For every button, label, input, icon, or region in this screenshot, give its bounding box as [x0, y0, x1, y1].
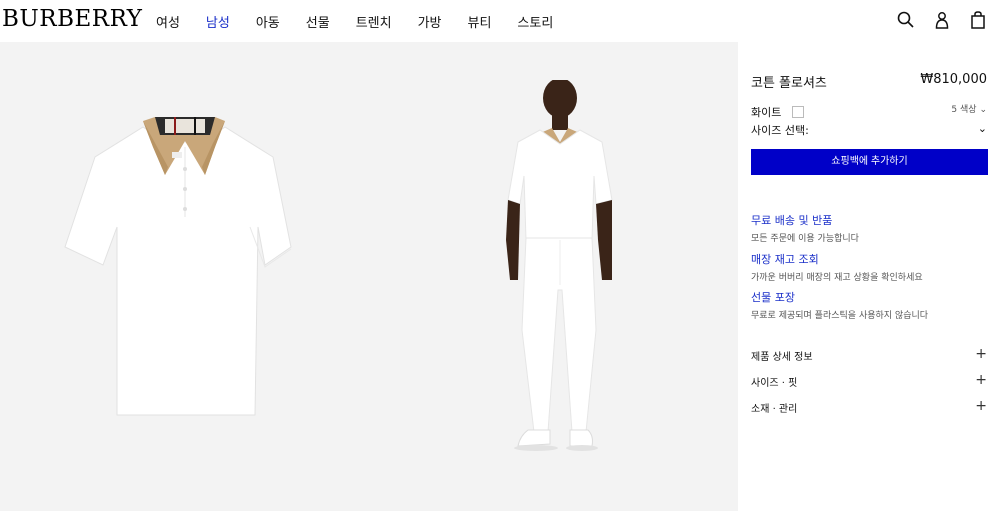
burberry-logo[interactable]: BURBERRY — [2, 6, 142, 32]
purchase-panel: 코튼 폴로셔츠 ₩810,000 화이트 5 색상 ⌄ 사이즈 선택: ⌄ 쇼핑… — [738, 42, 1000, 511]
nav-item-children[interactable]: 아동 — [256, 12, 280, 31]
header-actions — [880, 10, 988, 30]
accordion-label: 사이즈 · 핏 — [751, 378, 798, 389]
color-count-dropdown[interactable]: 5 색상 ⌄ — [951, 102, 987, 115]
service-desc: 가까운 버버리 매장의 재고 상황을 확인하세요 — [751, 273, 923, 283]
nav-item-women[interactable]: 여성 — [156, 12, 180, 31]
product-gallery[interactable] — [0, 42, 738, 511]
nav-item-beauty[interactable]: 뷰티 — [468, 12, 492, 31]
service-desc: 모든 주문에 이용 가능합니다 — [751, 234, 859, 244]
accordion-material-care[interactable]: 소재 · 관리 + — [751, 398, 987, 416]
plus-icon: + — [975, 398, 987, 414]
accordion-label: 소재 · 관리 — [751, 404, 798, 415]
service-free-shipping: 무료 배송 및 반품 모든 주문에 이용 가능합니다 — [751, 212, 987, 244]
search-icon[interactable] — [896, 10, 916, 30]
accordion-size-fit[interactable]: 사이즈 · 핏 + — [751, 372, 987, 390]
plus-icon: + — [975, 372, 987, 388]
accordion-product-details[interactable]: 제품 상세 정보 + — [751, 346, 987, 364]
color-count-label: 5 색상 — [951, 105, 977, 115]
nav-item-trench[interactable]: 트렌치 — [356, 12, 392, 31]
nav-item-men[interactable]: 남성 — [206, 12, 230, 31]
account-icon[interactable] — [932, 10, 952, 30]
nav-item-gifts[interactable]: 선물 — [306, 12, 330, 31]
color-name: 화이트 — [751, 106, 782, 119]
site-header: BURBERRY 여성 남성 아동 선물 트렌치 가방 뷰티 스토리 — [0, 0, 1000, 42]
main-nav: 여성 남성 아동 선물 트렌치 가방 뷰티 스토리 — [156, 12, 579, 31]
size-selector-label: 사이즈 선택: — [751, 124, 809, 137]
product-name: 코튼 폴로셔츠 — [751, 76, 827, 91]
color-selector: 화이트 5 색상 ⌄ — [751, 101, 987, 119]
service-title[interactable]: 선물 포장 — [751, 289, 987, 305]
size-selector[interactable]: 사이즈 선택: ⌄ — [751, 122, 987, 138]
product-price: ₩810,000 — [920, 72, 987, 87]
accordion-label: 제품 상세 정보 — [751, 352, 813, 363]
service-title[interactable]: 무료 배송 및 반품 — [751, 212, 987, 228]
chevron-down-icon: ⌄ — [979, 105, 987, 115]
color-swatch-white[interactable] — [792, 106, 805, 118]
nav-item-story[interactable]: 스토리 — [517, 12, 553, 31]
chevron-down-icon: ⌄ — [977, 122, 987, 135]
model-image[interactable] — [488, 80, 618, 470]
add-to-bag-button[interactable]: 쇼핑백에 추가하기 — [751, 149, 988, 175]
plus-icon: + — [975, 346, 987, 362]
polo-shirt-image[interactable] — [55, 117, 295, 422]
shopping-bag-icon[interactable] — [968, 10, 988, 30]
service-title[interactable]: 매장 재고 조회 — [751, 251, 987, 267]
service-store-stock: 매장 재고 조회 가까운 버버리 매장의 재고 상황을 확인하세요 — [751, 251, 987, 283]
nav-item-bags[interactable]: 가방 — [418, 12, 442, 31]
service-gift-wrap: 선물 포장 무료로 제공되며 플라스틱을 사용하지 않습니다 — [751, 289, 987, 321]
service-desc: 무료로 제공되며 플라스틱을 사용하지 않습니다 — [751, 311, 929, 321]
